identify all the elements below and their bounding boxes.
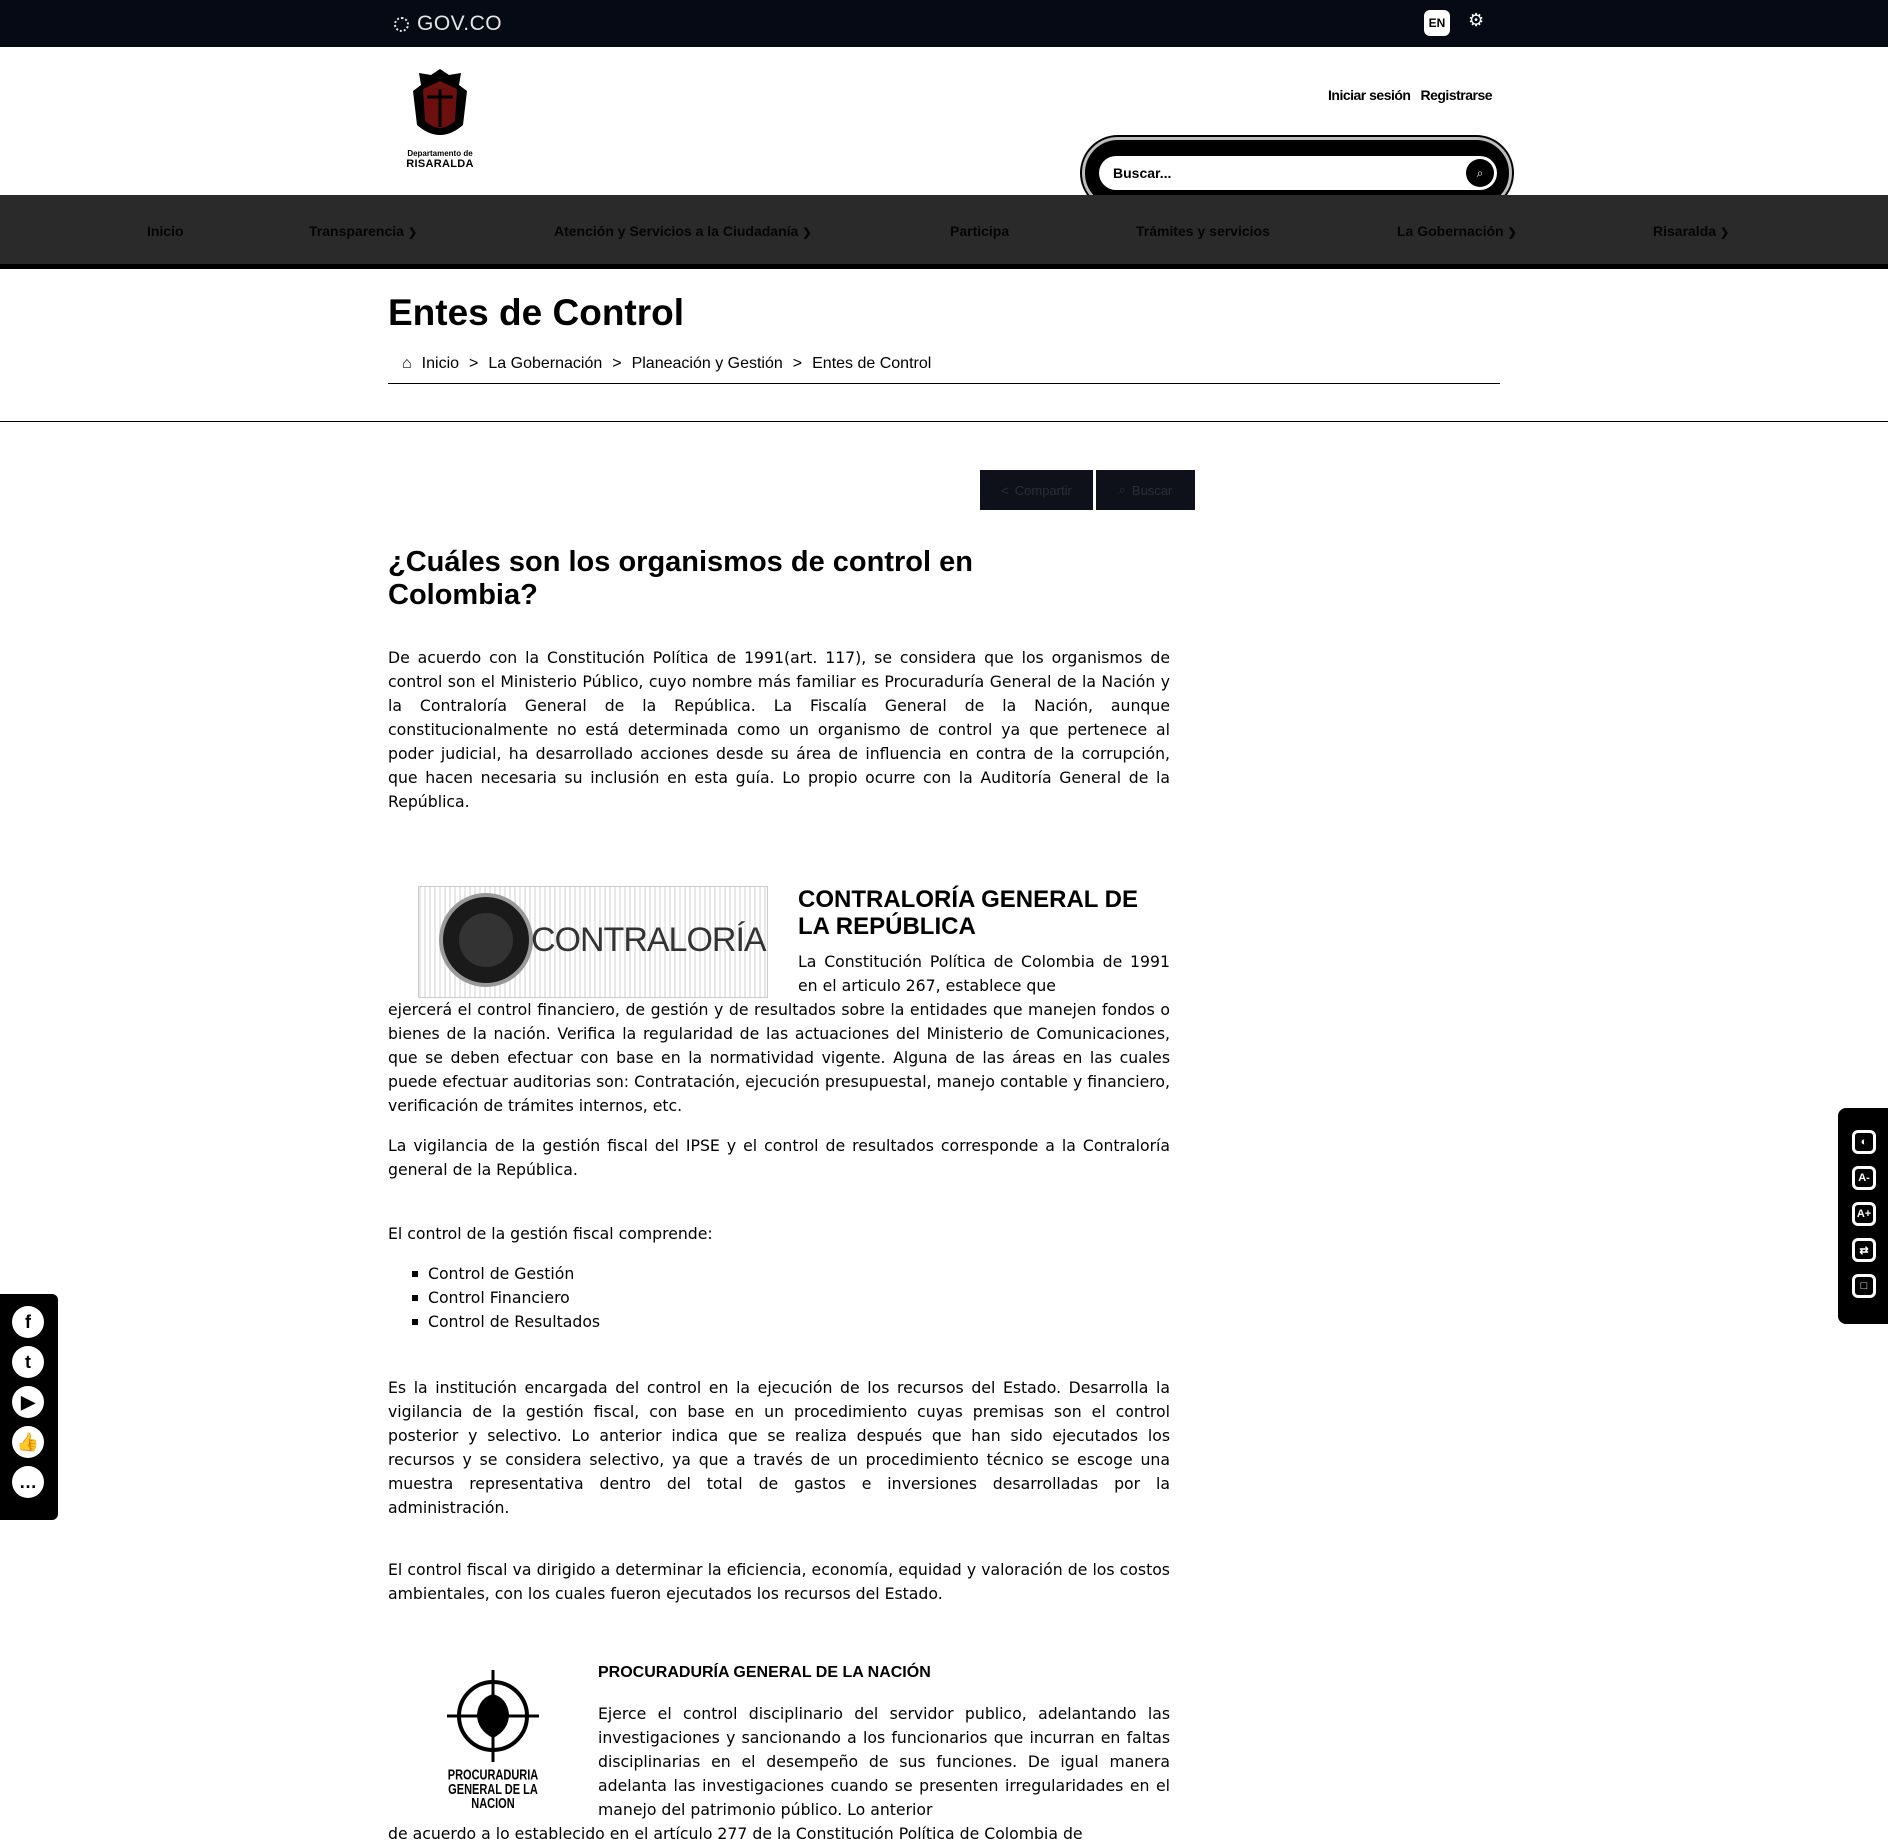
breadcrumb-item-inicio[interactable]: Inicio	[422, 355, 459, 373]
gov-co-icon	[394, 16, 409, 32]
control-list: Control de Gestión Control Financiero Co…	[412, 1262, 600, 1334]
coat-of-arms-icon	[413, 69, 467, 135]
site-header: Departamento de RISARALDA Iniciar sesión…	[0, 47, 1888, 209]
social-sidebar: f t ▶ 👍 …	[0, 1294, 58, 1520]
twitter-icon[interactable]: t	[12, 1346, 44, 1378]
search-icon: ⌕	[1118, 482, 1126, 497]
procuraduria-logo-text: PROCURADURIA GENERAL DE LA NACION	[447, 1767, 539, 1812]
page-title: Entes de Control	[388, 292, 685, 333]
share-icon: <	[1001, 482, 1009, 498]
language-button[interactable]: EN	[1424, 10, 1450, 36]
logo-line-2: RISARALDA	[406, 158, 474, 170]
font-increase-icon[interactable]: A+	[1852, 1202, 1876, 1226]
contraloria-paragraph: ejercerá el control financiero, de gesti…	[388, 1000, 1170, 1115]
search-icon[interactable]: ⌕	[1466, 159, 1494, 187]
main-nav: Inicio Transparencia ❯ Atención y Servici…	[0, 195, 1888, 269]
contraloria-paragraph-start: La Constitución Política de Colombia de …	[798, 952, 1170, 995]
procuraduria-logo-image: PROCURADURIA GENERAL DE LA NACION	[440, 1668, 546, 1814]
nav-item-tramites[interactable]: Trámites y servicios	[1136, 223, 1270, 239]
translate-icon[interactable]: ⇄	[1852, 1238, 1876, 1262]
list-item: Control Financiero	[412, 1286, 600, 1310]
logo-line-1: Departamento de	[407, 149, 473, 158]
nav-item-risaralda[interactable]: Risaralda ❯	[1653, 223, 1729, 239]
breadcrumb-item-gobernacion[interactable]: La Gobernación	[488, 355, 602, 373]
section-divider	[0, 421, 1888, 422]
nav-item-inicio[interactable]: Inicio	[147, 223, 184, 239]
font-decrease-icon[interactable]: A-	[1852, 1166, 1876, 1190]
search-input[interactable]	[1113, 156, 1443, 190]
gear-icon[interactable]: ⚙	[1468, 10, 1484, 32]
chevron-down-icon: ❯	[407, 227, 418, 239]
accessibility-sidebar: ◐ A- A+ ⇄ □	[1838, 1108, 1888, 1324]
breadcrumb-separator: >	[792, 355, 803, 372]
nav-item-atencion[interactable]: Atención y Servicios a la Ciudadanía ❯	[554, 223, 812, 239]
procuraduria-emblem-icon	[447, 1670, 539, 1762]
search-field-wrapper: ⌕	[1099, 156, 1497, 190]
gov-bar: GOV.CO EN ⚙	[0, 0, 1888, 47]
nav-item-gobernacion[interactable]: La Gobernación ❯	[1397, 223, 1517, 239]
risaralda-logo[interactable]: Departamento de RISARALDA	[400, 67, 480, 183]
contraloria-vigilancia-paragraph: La vigilancia de la gestión fiscal del I…	[388, 1136, 1170, 1179]
contraloria-logo-text: CONTRALORÍA	[531, 921, 767, 959]
facebook-icon[interactable]: f	[12, 1306, 44, 1338]
contraloria-emblem	[443, 897, 529, 983]
gov-co-logo[interactable]: GOV.CO	[394, 12, 502, 36]
procuraduria-paragraph-start: Ejerce el control disciplinario del serv…	[598, 1704, 1170, 1819]
contraloria-logo-image: CONTRALORÍA	[418, 886, 768, 998]
list-item: Control de Resultados	[412, 1310, 600, 1334]
chevron-down-icon: ❯	[1507, 227, 1517, 239]
procuraduria-title: PROCURADURÍA GENERAL DE LA NACIÓN	[598, 1664, 931, 1681]
breadcrumb-separator: >	[469, 355, 479, 372]
nav-item-participa[interactable]: Participa	[950, 223, 1009, 239]
chat-icon[interactable]: …	[12, 1466, 44, 1498]
breadcrumb-item-planeacion[interactable]: Planeación y Gestión	[632, 355, 783, 373]
login-link[interactable]: Iniciar sesión	[1328, 87, 1411, 103]
title-divider	[388, 383, 1500, 384]
chevron-down-icon: ❯	[1720, 227, 1730, 239]
contraloria-institution-paragraph: Es la institución encargada del control …	[388, 1378, 1170, 1517]
register-link[interactable]: Registrarse	[1420, 87, 1492, 103]
breadcrumb-separator: >	[612, 355, 622, 372]
procuraduria-paragraph: de acuerdo a lo establecido en el artícu…	[388, 1824, 1083, 1843]
account-links: Iniciar sesión Registrarse	[1328, 87, 1502, 103]
contraloria-title: CONTRALORÍA GENERAL DE LA REPÚBLICA	[798, 886, 1139, 940]
scrollbar-gutter	[1888, 0, 1904, 1848]
control-intro: El control de la gestión fiscal comprend…	[388, 1224, 713, 1243]
control-fiscal-paragraph: El control fiscal va dirigido a determin…	[388, 1560, 1170, 1603]
youtube-icon[interactable]: ▶	[12, 1386, 44, 1418]
nav-item-transparencia[interactable]: Transparencia ❯	[309, 223, 417, 239]
reset-icon[interactable]: □	[1852, 1274, 1876, 1298]
intro-paragraph: De acuerdo con la Constitución Política …	[388, 648, 1170, 811]
share-button[interactable]: < Compartir	[980, 470, 1093, 510]
gov-co-text: GOV.CO	[417, 12, 503, 35]
content-search-button[interactable]: ⌕ Buscar	[1096, 470, 1195, 510]
breadcrumb-item-current: Entes de Control	[812, 355, 932, 372]
home-icon: ⌂	[402, 355, 412, 372]
breadcrumb: ⌂ Inicio > La Gobernación > Planeación y…	[402, 355, 931, 373]
list-item: Control de Gestión	[412, 1262, 600, 1286]
section-heading: ¿Cuáles son los organismos de control en…	[388, 546, 973, 611]
like-icon[interactable]: 👍	[12, 1426, 44, 1458]
contrast-icon[interactable]: ◐	[1852, 1130, 1876, 1154]
chevron-down-icon: ❯	[802, 227, 812, 239]
